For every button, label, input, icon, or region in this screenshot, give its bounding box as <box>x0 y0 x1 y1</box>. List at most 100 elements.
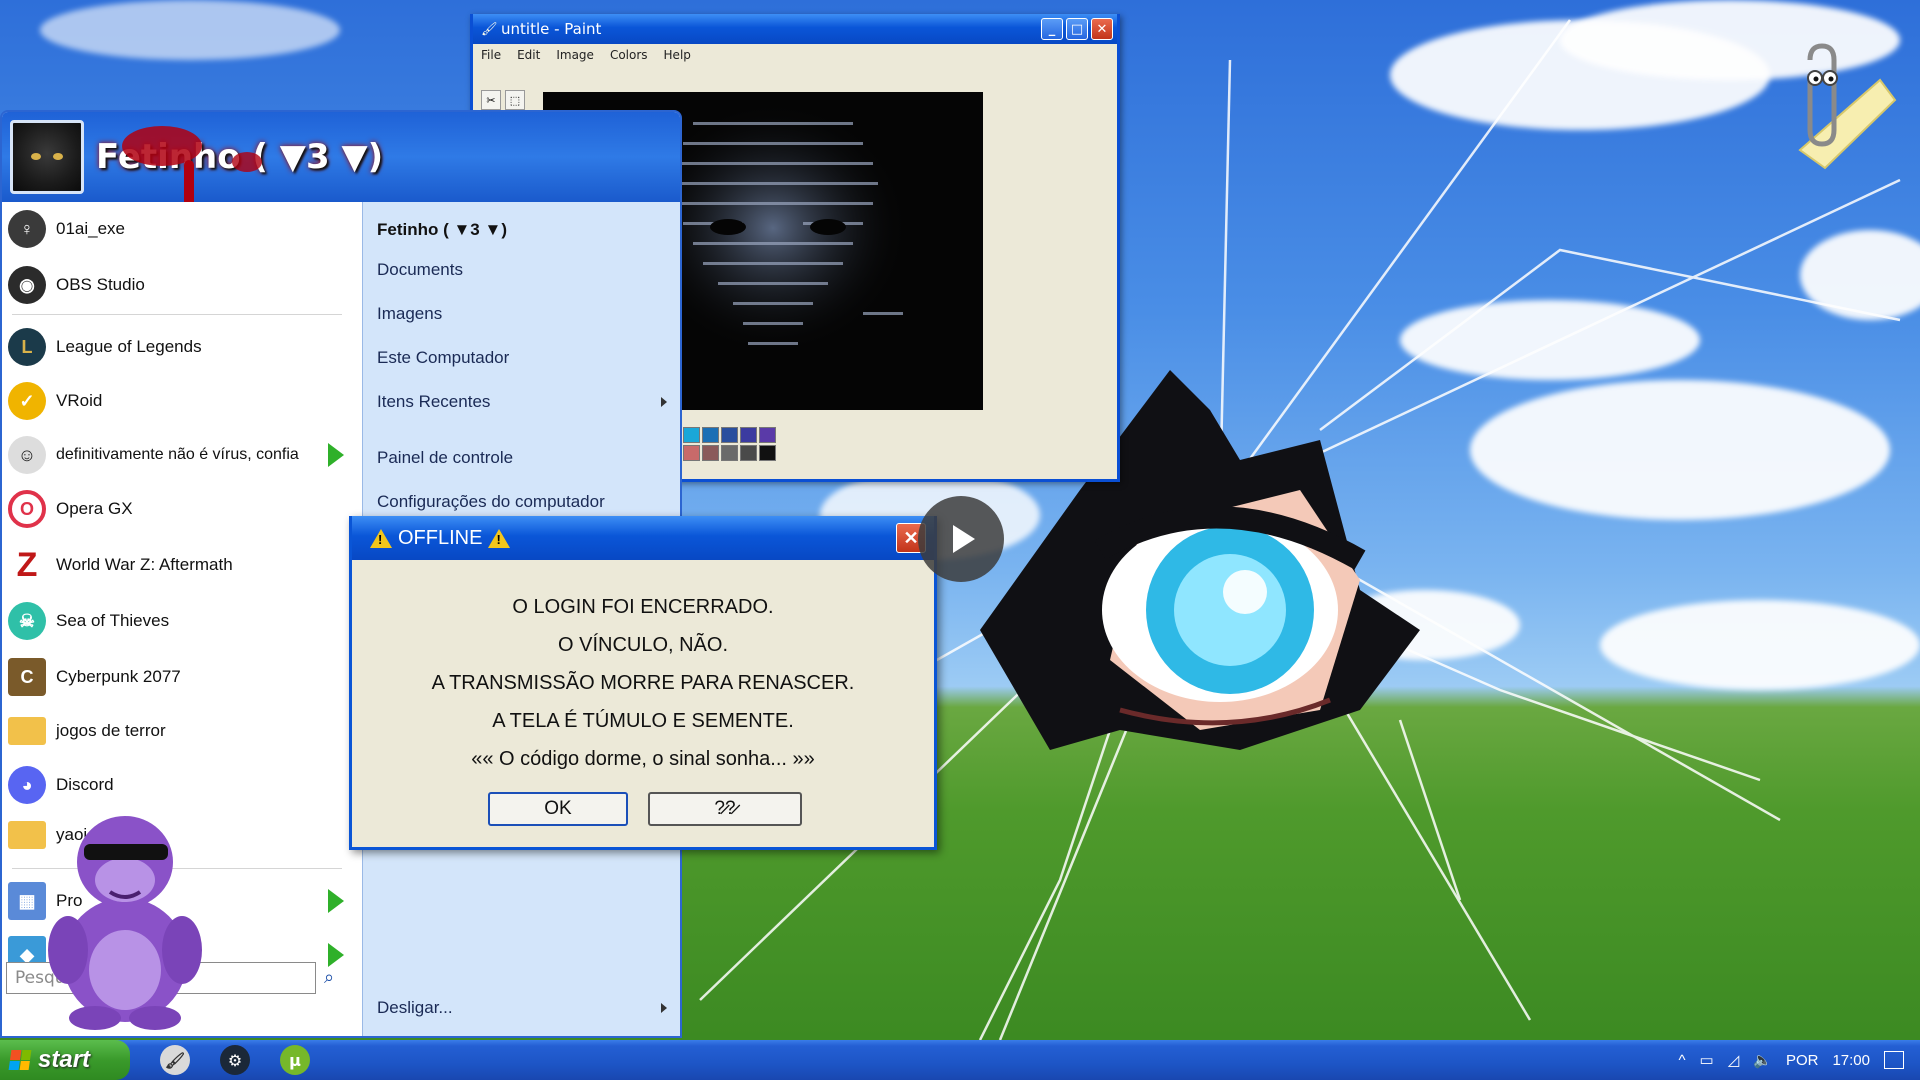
message-line: A TRANSMISSÃO MORRE PARA RENASCER. <box>431 672 855 694</box>
palette-swatch[interactable] <box>740 427 757 443</box>
windows-flag-icon <box>8 1050 32 1070</box>
list-item[interactable]: ◉ OBS Studio <box>2 262 362 308</box>
program-label: definitivamente não é vírus, confia <box>56 446 299 463</box>
wifi-icon[interactable]: ◿ <box>1728 1051 1740 1069</box>
anime-girl-icon: ♀ <box>8 210 46 248</box>
program-label: World War Z: Aftermath <box>56 555 233 574</box>
submenu-arrow-icon <box>328 943 344 967</box>
program-label: Discord <box>56 775 114 794</box>
list-item[interactable]: C Cyberpunk 2077 <box>2 654 362 700</box>
list-item[interactable]: ☠ Sea of Thieves <box>2 598 362 644</box>
menu-colors[interactable]: Colors <box>610 48 648 62</box>
start-label: start <box>38 1046 91 1073</box>
submenu-arrow-icon <box>328 443 344 467</box>
place-control-panel[interactable]: Painel de controle <box>377 448 513 468</box>
rect-select-tool-icon[interactable]: ⬚ <box>505 90 525 110</box>
paint-titlebar[interactable]: 🖌 untitle - Paint _ □ ✕ <box>473 14 1117 44</box>
troll-face-icon: ☺ <box>8 436 46 474</box>
palette-swatch[interactable] <box>702 445 719 461</box>
list-item[interactable]: ✓ VRoid <box>2 378 362 424</box>
list-item[interactable]: ☺ definitivamente não é vírus, confia <box>2 432 362 478</box>
message-line: O LOGIN FOI ENCERRADO. <box>512 596 774 618</box>
paint-taskbar-icon[interactable]: 🖌 <box>160 1045 190 1075</box>
start-button[interactable]: start <box>0 1040 130 1080</box>
obs-icon: ◉ <box>8 266 46 304</box>
palette-swatch[interactable] <box>721 427 738 443</box>
skull-icon: ☠ <box>8 602 46 640</box>
play-button[interactable] <box>918 496 1004 582</box>
system-tray: ^ ▭ ◿ 🔈 POR 17:00 <box>1678 1051 1920 1069</box>
place-documents[interactable]: Documents <box>377 260 463 280</box>
battery-icon[interactable]: ▭ <box>1700 1051 1714 1069</box>
steam-icon[interactable]: ⚙ <box>220 1045 250 1075</box>
divider <box>12 314 342 315</box>
dialog-titlebar[interactable]: OFFLINE ✕ <box>352 516 934 560</box>
palette-swatch[interactable] <box>740 445 757 461</box>
color-palette <box>683 427 776 461</box>
wwz-icon: Z <box>8 546 46 584</box>
paint-title: untitle - Paint <box>501 20 602 38</box>
close-button[interactable]: ✕ <box>1091 18 1113 40</box>
warning-icon <box>370 528 392 548</box>
dialog-message: O LOGIN FOI ENCERRADO. O VÍNCULO, NÃO. A… <box>352 560 934 778</box>
clock[interactable]: 17:00 <box>1832 1052 1870 1069</box>
paint-toolbox: ✂ ⬚ <box>481 90 531 110</box>
menu-help[interactable]: Help <box>664 48 691 62</box>
shutdown-button[interactable]: Desligar... <box>377 998 666 1018</box>
taskbar: start 🖌 ⚙ μ ^ ▭ ◿ 🔈 POR 17:00 <box>0 1040 1920 1080</box>
palette-swatch[interactable] <box>721 445 738 461</box>
maximize-button[interactable]: □ <box>1066 18 1088 40</box>
folder-icon <box>8 717 46 745</box>
palette-swatch[interactable] <box>683 445 700 461</box>
palette-swatch[interactable] <box>759 445 776 461</box>
list-item[interactable]: Z World War Z: Aftermath <box>2 542 362 588</box>
program-label: OBS Studio <box>56 275 145 294</box>
place-this-computer[interactable]: Este Computador <box>377 348 509 368</box>
palette-swatch[interactable] <box>683 427 700 443</box>
palette-swatch[interactable] <box>759 427 776 443</box>
ok-button[interactable]: OK <box>488 792 628 826</box>
offline-dialog[interactable]: OFFLINE ✕ O LOGIN FOI ENCERRADO. O VÍNCU… <box>349 516 937 850</box>
avatar[interactable] <box>10 120 84 194</box>
cyberpunk-icon: C <box>8 658 46 696</box>
blood-drop-icon <box>232 152 262 172</box>
minimize-button[interactable]: _ <box>1041 18 1063 40</box>
menu-image[interactable]: Image <box>556 48 594 62</box>
program-label: Sea of Thieves <box>56 611 170 630</box>
paint-app-icon: 🖌 <box>481 22 498 37</box>
message-line: A TELA É TÚMULO E SEMENTE. <box>492 710 794 732</box>
list-item[interactable]: O Opera GX <box>2 486 362 532</box>
vroid-icon: ✓ <box>8 382 46 420</box>
list-item[interactable]: jogos de terror <box>2 708 362 754</box>
place-recent-items[interactable]: Itens Recentes <box>377 392 669 412</box>
place-computer-settings[interactable]: Configurações do computador <box>377 492 605 512</box>
program-label: jogos de terror <box>56 721 166 740</box>
palette-swatch[interactable] <box>702 427 719 443</box>
list-item[interactable]: L League of Legends <box>2 324 362 370</box>
menu-file[interactable]: File <box>481 48 501 62</box>
discord-icon: ◕ <box>8 766 46 804</box>
chevron-up-icon[interactable]: ^ <box>1678 1052 1685 1069</box>
program-label: Opera GX <box>56 499 133 518</box>
utorrent-icon[interactable]: μ <box>280 1045 310 1075</box>
list-item[interactable]: ♀ 01ai_exe <box>2 206 362 252</box>
glitched-button[interactable]: ?̷?̷ <box>648 792 802 826</box>
program-label: League of Legends <box>56 337 202 356</box>
notification-icon[interactable] <box>1884 1051 1904 1069</box>
clippy-assistant <box>1798 43 1897 170</box>
search-icon[interactable]: ⌕ <box>324 967 334 988</box>
bonzi-buddy-character <box>48 816 202 1030</box>
free-select-tool-icon[interactable]: ✂ <box>481 90 501 110</box>
program-label: 01ai_exe <box>56 219 126 238</box>
message-line: O VÍNCULO, NÃO. <box>557 634 729 656</box>
place-images[interactable]: Imagens <box>377 304 442 324</box>
league-icon: L <box>8 328 46 366</box>
volume-icon[interactable]: 🔈 <box>1753 1051 1772 1069</box>
place-user-folder[interactable]: Fetinho ( ▼3 ▼) <box>377 220 507 240</box>
dialog-title: OFFLINE <box>398 526 483 549</box>
warning-icon <box>488 528 511 548</box>
language-indicator[interactable]: POR <box>1786 1052 1819 1069</box>
program-label: VRoid <box>56 391 103 410</box>
program-label: Cyberpunk 2077 <box>56 667 181 686</box>
menu-edit[interactable]: Edit <box>517 48 540 62</box>
